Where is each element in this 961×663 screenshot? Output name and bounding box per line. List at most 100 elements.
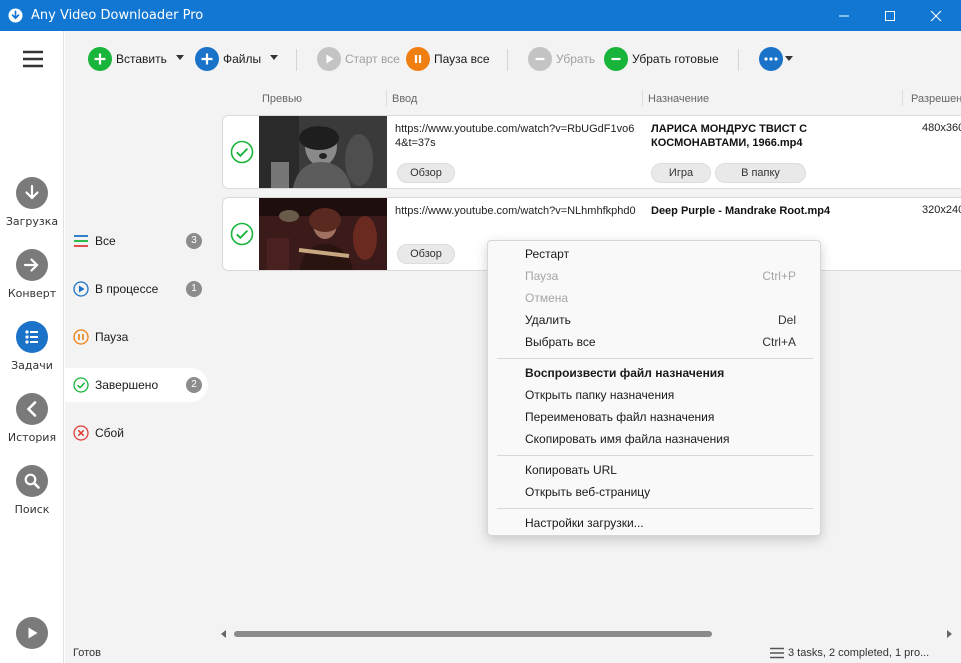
menu-item-shortcut: Ctrl+P [762,269,796,283]
scroll-right-arrow-icon[interactable] [945,630,953,638]
column-header-resolution[interactable]: Разрешен [911,88,961,110]
browse-button[interactable]: Обзор [397,163,455,183]
column-divider [902,90,903,106]
menu-item-copy-destination-name[interactable]: Скопировать имя файла назначения [488,428,820,450]
minus-icon [528,47,552,71]
rail-item-search[interactable]: Поиск [0,465,64,535]
horizontal-scrollbar[interactable] [218,627,956,641]
play-file-button[interactable]: Игра [651,163,711,183]
rail-item-convert[interactable]: Конверт [0,249,64,319]
task-destination: ЛАРИСА МОНДРУС ТВИСТ С КОСМОНАВТАМИ, 196… [651,123,808,149]
rail-label: Конверт [7,287,57,300]
column-header-input[interactable]: Ввод [392,88,417,110]
menu-item-label: Выбрать все [525,335,596,349]
files-label: Файлы [223,52,262,66]
pause-circle-icon [73,329,89,345]
scroll-left-arrow-icon[interactable] [220,630,228,638]
hamburger-menu-button[interactable] [22,50,44,68]
menu-item-label: Отмена [525,291,569,305]
menu-item-pause[interactable]: Пауза Ctrl+P [488,265,820,287]
filter-label: В процессе [95,282,159,296]
column-divider [386,90,387,106]
menu-item-label: Переименовать файл назначения [525,410,715,424]
tasks-icon [16,321,48,353]
filter-completed[interactable]: Завершено 2 [65,368,208,402]
files-button[interactable]: Файлы [195,47,261,71]
column-divider [642,90,643,106]
scrollbar-thumb[interactable] [234,631,712,637]
check-circle-icon [230,140,254,164]
video-thumbnail [259,198,387,270]
maximize-button[interactable] [867,0,913,31]
minimize-button[interactable] [821,0,867,31]
toolbar: Вставить Файлы Старт все Пауза все Убрат… [65,31,961,86]
task-url: https://www.youtube.com/watch?v=RbUGdF1v… [395,123,635,149]
menu-item-open-destination-folder[interactable]: Открыть папку назначения [488,384,820,406]
hamburger-icon [23,50,43,68]
menu-item-select-all[interactable]: Выбрать все Ctrl+A [488,331,820,353]
menu-item-label: Воспроизвести файл назначения [525,366,725,380]
browse-button[interactable]: Обзор [397,244,455,264]
rail-item-history[interactable]: История [0,393,64,463]
filter-failed[interactable]: Сбой [65,416,208,450]
pause-all-button[interactable]: Пауза все [406,47,490,71]
window-title: Any Video Downloader Pro [31,8,204,23]
remove-done-button[interactable]: Убрать готовые [604,47,719,71]
menu-item-label: Настройки загрузки... [525,516,644,530]
plus-icon [88,47,112,71]
menu-item-label: Открыть папку назначения [525,388,675,402]
paste-dropdown-chevron-icon[interactable] [176,55,184,60]
column-header-preview[interactable]: Превью [262,88,302,110]
menu-item-play-destination[interactable]: Воспроизвести файл назначения [488,362,820,384]
files-dropdown-chevron-icon[interactable] [270,55,278,60]
convert-icon [16,249,48,281]
menu-item-cancel[interactable]: Отмена [488,287,820,309]
rail-item-download[interactable]: Загрузка [0,177,64,247]
download-icon [16,177,48,209]
menu-item-delete[interactable]: Удалить Del [488,309,820,331]
pause-all-label: Пауза все [434,52,490,66]
all-list-icon [73,233,89,249]
filter-paused[interactable]: Пауза [65,320,208,354]
menu-item-rename-destination[interactable]: Переименовать файл назначения [488,406,820,428]
column-header-destination[interactable]: Назначение [648,88,709,110]
menu-item-label: Удалить [525,313,571,327]
task-row[interactable]: https://www.youtube.com/watch?v=RbUGdF1v… [222,115,961,189]
pause-icon [406,47,430,71]
close-icon [930,10,942,21]
paste-button[interactable]: Вставить [88,47,167,71]
open-folder-button[interactable]: В папку [715,163,806,183]
filter-in-progress[interactable]: В процессе 1 [65,272,208,306]
play-icon [28,627,38,639]
close-button[interactable] [913,0,959,31]
filter-all[interactable]: Все 3 [65,224,208,258]
task-url: https://www.youtube.com/watch?v=NLhmhfkp… [395,205,636,217]
start-all-label: Старт все [345,52,400,66]
remove-done-label: Убрать готовые [632,52,719,66]
video-thumbnail [259,116,387,188]
rail-label: История [7,431,57,444]
filter-count-badge: 2 [186,377,202,393]
toolbar-divider [738,49,739,71]
menu-item-download-settings[interactable]: Настройки загрузки... [488,512,820,534]
more-button[interactable] [759,47,785,71]
minimize-icon [839,15,849,16]
rail-item-tasks[interactable]: Задачи [0,321,64,391]
remove-button[interactable]: Убрать [528,47,595,71]
menu-item-shortcut: Ctrl+A [762,335,796,349]
menu-item-label: Копировать URL [525,463,617,477]
filter-label: Завершено [95,378,159,392]
check-circle-icon [230,222,254,246]
play-button[interactable] [16,617,48,649]
more-dropdown-chevron-icon[interactable] [785,56,793,61]
in-progress-icon [73,281,89,297]
menu-item-copy-url[interactable]: Копировать URL [488,459,820,481]
filter-label: Сбой [95,426,124,440]
menu-item-restart[interactable]: Рестарт [488,243,820,265]
navigation-rail: Загрузка Конверт Задачи История Поиск [0,31,64,663]
task-resolution: 320x240 [922,204,961,216]
maximize-icon [885,10,895,21]
history-icon [16,393,48,425]
start-all-button[interactable]: Старт все [317,47,400,71]
menu-item-open-web-page[interactable]: Открыть веб-страницу [488,481,820,503]
